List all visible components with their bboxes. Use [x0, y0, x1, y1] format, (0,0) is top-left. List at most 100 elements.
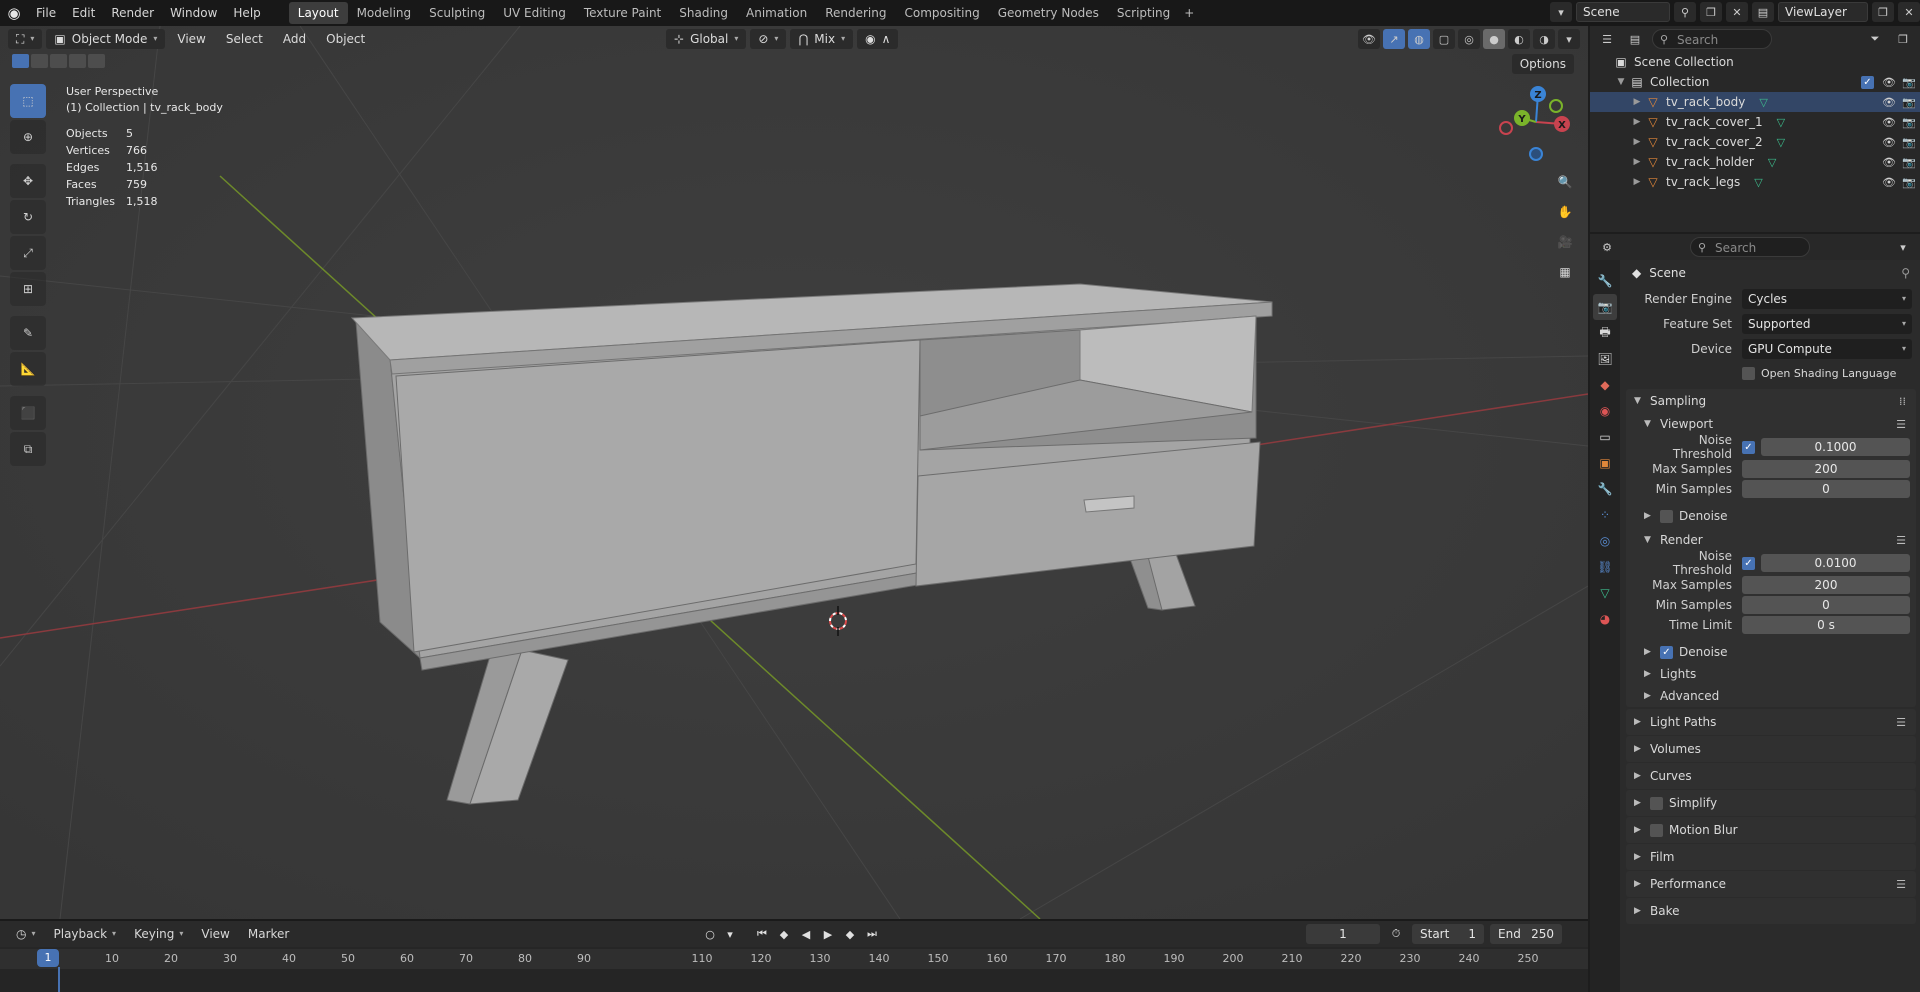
select-new-icon[interactable]: [12, 54, 29, 68]
menu-select[interactable]: Select: [218, 29, 271, 49]
min-samples-field[interactable]: 0: [1742, 596, 1910, 614]
snap-dropdown[interactable]: ⋂ Mix ▾: [790, 29, 854, 49]
frame-ruler[interactable]: 10 20 30 40 50 60 70 80 90 110 120 130 1…: [0, 949, 1588, 969]
viewport-subpanel-header[interactable]: ▼ Viewport ☰: [1636, 413, 1916, 435]
overlay-toggle-icon[interactable]: ◍: [1408, 29, 1430, 49]
presets-list-icon[interactable]: ☰: [1896, 716, 1906, 729]
exclude-checkbox[interactable]: ✓: [1861, 75, 1874, 89]
jump-start-icon[interactable]: ⏮: [752, 924, 772, 944]
tab-rendering[interactable]: Rendering: [816, 2, 895, 24]
auto-keying-icon[interactable]: ○: [700, 924, 720, 944]
outliner-scene-collection[interactable]: ▣ Scene Collection: [1590, 52, 1920, 72]
stopwatch-icon[interactable]: ⏱: [1386, 924, 1406, 944]
menu-window[interactable]: Window: [162, 2, 225, 24]
render-camera-icon[interactable]: 📷: [1902, 136, 1916, 149]
menu-render[interactable]: Render: [103, 2, 162, 24]
scene-icon[interactable]: ▾: [1550, 2, 1572, 22]
menu-add[interactable]: Add: [275, 29, 314, 49]
gizmo-neg-y-handle[interactable]: [1549, 99, 1563, 113]
orientation-dropdown[interactable]: ⊹ Global ▾: [666, 29, 747, 49]
editor-type-dropdown[interactable]: ⛶ ▾: [8, 29, 43, 49]
timeline-track-area[interactable]: [0, 969, 1588, 992]
scene-tab-icon[interactable]: ◆: [1593, 372, 1617, 398]
time-limit-field[interactable]: 0 s: [1742, 616, 1910, 634]
menu-keying[interactable]: Keying ▾: [126, 924, 191, 944]
outliner-item[interactable]: ▶ ▽ tv_rack_legs ▽ 👁 📷: [1590, 172, 1920, 192]
render-camera-icon[interactable]: 📷: [1902, 176, 1916, 189]
cursor-tool-icon[interactable]: ⊕: [10, 120, 46, 154]
tab-compositing[interactable]: Compositing: [895, 2, 988, 24]
mesh-data-icon[interactable]: ▽: [1777, 136, 1785, 149]
volumes-panel[interactable]: ▶ Volumes: [1626, 736, 1916, 762]
tab-sculpting[interactable]: Sculpting: [420, 2, 494, 24]
expand-arrow-icon[interactable]: ▶: [1630, 157, 1644, 167]
performance-panel[interactable]: ▶ Performance ☰: [1626, 871, 1916, 897]
xray-icon[interactable]: ▢: [1433, 29, 1455, 49]
measure-tool-icon[interactable]: 📐: [10, 352, 46, 386]
playhead[interactable]: 1: [37, 949, 59, 967]
material-tab-icon[interactable]: ◕: [1593, 606, 1617, 632]
modifier-tab-icon[interactable]: 🔧: [1593, 476, 1617, 502]
expand-arrow-icon[interactable]: ▶: [1630, 177, 1644, 187]
presets-list-icon[interactable]: ☰: [1896, 534, 1906, 547]
max-samples-field[interactable]: 200: [1742, 460, 1910, 478]
eye-icon[interactable]: 👁: [1882, 116, 1896, 129]
max-samples-field[interactable]: 200: [1742, 576, 1910, 594]
delete-scene-icon[interactable]: ✕: [1726, 2, 1748, 22]
mesh-data-icon[interactable]: ▽: [1759, 96, 1767, 109]
tab-shading[interactable]: Shading: [670, 2, 737, 24]
render-denoise-header[interactable]: ▶ ✓ Denoise: [1636, 641, 1916, 663]
physics-tab-icon[interactable]: ◎: [1593, 528, 1617, 554]
view-layer-field[interactable]: ViewLayer: [1778, 2, 1868, 22]
outliner-editor-type-icon[interactable]: ☰: [1596, 29, 1618, 49]
lights-subpanel-header[interactable]: ▶ Lights: [1636, 663, 1916, 685]
pin-icon[interactable]: ⚲: [1901, 266, 1910, 280]
wireframe-shading-icon[interactable]: ◎: [1458, 29, 1480, 49]
feature-set-dropdown[interactable]: Supported ▾: [1742, 313, 1912, 334]
motion-blur-panel[interactable]: ▶ Motion Blur: [1626, 817, 1916, 843]
gizmo-neg-x-handle[interactable]: [1499, 121, 1513, 135]
simplify-checkbox[interactable]: [1650, 796, 1663, 810]
perspective-grid-icon[interactable]: ▦: [1552, 260, 1578, 284]
add-workspace-button[interactable]: +: [1179, 2, 1199, 24]
prev-keyframe-icon[interactable]: ◆: [774, 924, 794, 944]
mesh-data-icon[interactable]: ▽: [1754, 176, 1762, 189]
chevron-down-icon[interactable]: ▾: [1892, 237, 1914, 257]
next-keyframe-icon[interactable]: ◆: [840, 924, 860, 944]
play-icon[interactable]: ▶: [818, 924, 838, 944]
options-dropdown[interactable]: Options: [1511, 54, 1574, 74]
expand-arrow-icon[interactable]: ▶: [1630, 137, 1644, 147]
outliner-collection[interactable]: ▼ ▤ Collection ✓ 👁 📷: [1590, 72, 1920, 92]
select-box-tool-icon[interactable]: ⬚: [10, 84, 46, 118]
outliner-item[interactable]: ▶ ▽ tv_rack_cover_1 ▽ 👁 📷: [1590, 112, 1920, 132]
camera-view-icon[interactable]: 🎥: [1552, 230, 1578, 254]
jump-end-icon[interactable]: ⏭: [862, 924, 882, 944]
menu-marker[interactable]: Marker: [240, 924, 297, 944]
scale-tool-icon[interactable]: ⤢: [10, 236, 46, 270]
sampling-panel-header[interactable]: ▼ Sampling ⁞⁞: [1626, 389, 1916, 413]
render-tab-icon[interactable]: 📷: [1593, 294, 1617, 320]
shading-options-icon[interactable]: ▾: [1558, 29, 1580, 49]
curves-panel[interactable]: ▶ Curves: [1626, 763, 1916, 789]
noise-threshold-checkbox[interactable]: ✓: [1742, 440, 1755, 454]
current-frame-field[interactable]: 1: [1306, 924, 1380, 944]
noise-threshold-field[interactable]: 0.0100: [1761, 554, 1910, 572]
pin-icon[interactable]: ⚲: [1674, 2, 1696, 22]
gizmo-toggle-icon[interactable]: ↗: [1383, 29, 1405, 49]
eye-icon[interactable]: 👁: [1882, 76, 1896, 89]
eye-icon[interactable]: 👁: [1882, 96, 1896, 109]
device-dropdown[interactable]: GPU Compute ▾: [1742, 338, 1912, 359]
render-camera-icon[interactable]: 📷: [1902, 96, 1916, 109]
menu-playback[interactable]: Playback ▾: [46, 924, 125, 944]
annotate-tool-icon[interactable]: ✎: [10, 316, 46, 350]
select-extend-icon[interactable]: [31, 54, 48, 68]
eye-icon[interactable]: 👁: [1882, 136, 1896, 149]
osl-checkbox[interactable]: [1742, 367, 1755, 380]
3d-viewport[interactable]: ⛶ ▾ ▣ Object Mode ▾ View Select Add Object …: [0, 26, 1588, 919]
add-cube-tool-icon[interactable]: ⬛: [10, 396, 46, 430]
output-tab-icon[interactable]: 🖶: [1593, 320, 1617, 346]
eye-icon[interactable]: 👁: [1882, 156, 1896, 169]
blender-logo-icon[interactable]: ◉: [0, 0, 28, 26]
select-subtract-icon[interactable]: [50, 54, 67, 68]
viewport-denoise-header[interactable]: ▶ Denoise: [1636, 505, 1916, 527]
